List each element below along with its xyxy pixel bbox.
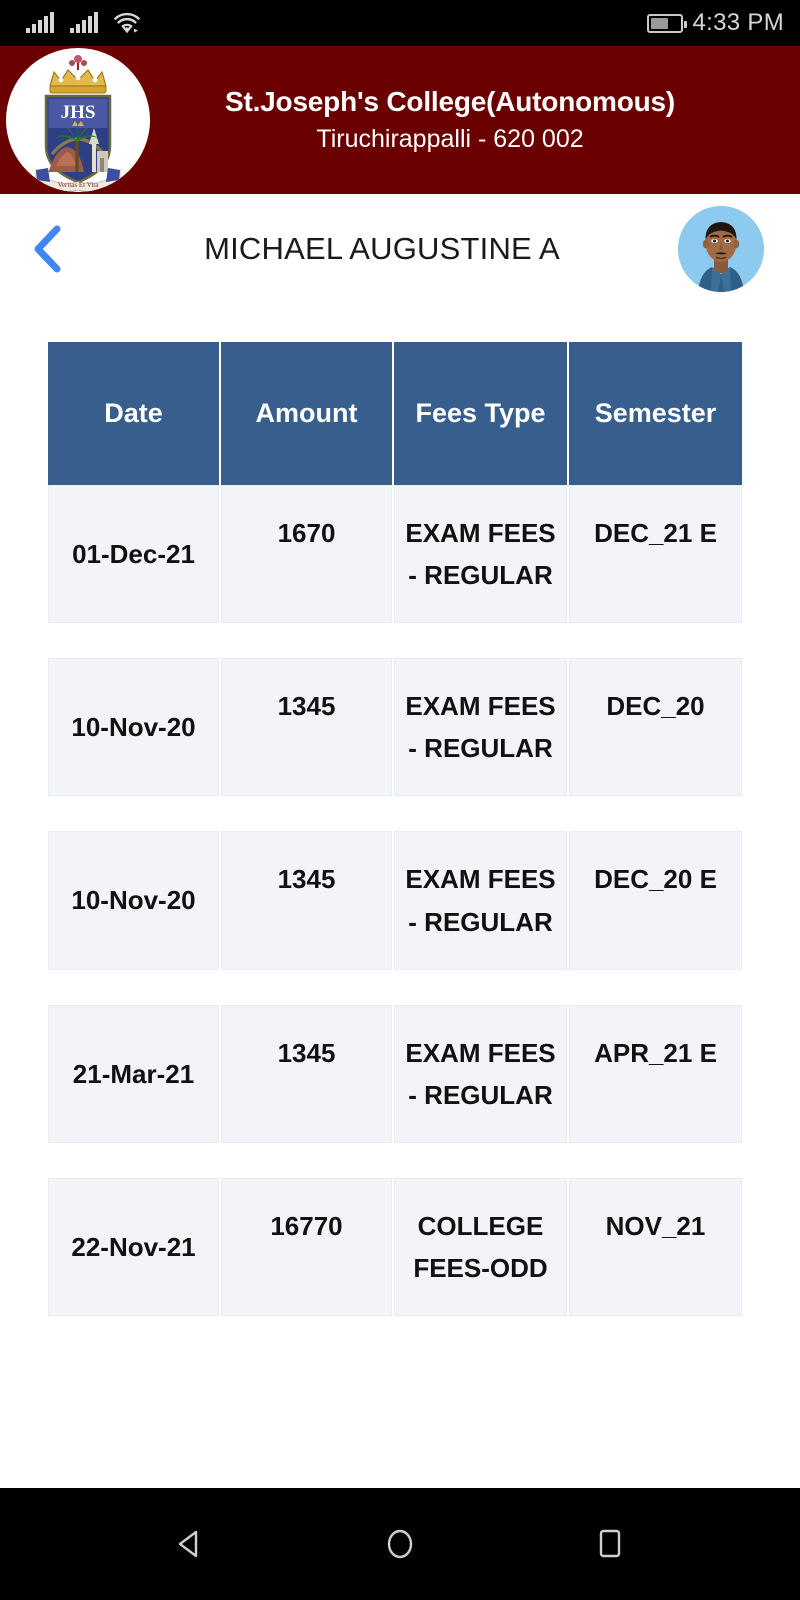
table-header-row: Date Amount Fees Type Semester: [48, 342, 742, 485]
table-row[interactable]: 10-Nov-20 1345 EXAM FEES - REGULAR DEC_20 E: [48, 831, 742, 970]
table-cell-semester: DEC_21 E: [569, 485, 742, 624]
status-bar: 4:33 PM: [0, 0, 800, 46]
table-row[interactable]: 21-Mar-21 1345 EXAM FEES - REGULAR APR_21 E: [48, 1004, 742, 1143]
back-button[interactable]: [0, 221, 96, 277]
table-cell-semester: APR_21 E: [569, 1004, 742, 1143]
table-row-spacer-cell: [48, 1142, 742, 1178]
svg-text:Veritas Et Vita: Veritas Et Vita: [58, 181, 100, 189]
table-cell-fees-type: COLLEGE FEES-ODD: [394, 1177, 567, 1317]
table-cell-semester: DEC_20: [569, 658, 742, 797]
fees-table-header: Date Amount Fees Type Semester: [48, 342, 742, 485]
status-bar-left: [26, 12, 140, 33]
fees-content-area: Date Amount Fees Type Semester 01-Dec-21…: [0, 304, 800, 1488]
college-city: Tiruchirappalli - 620 002: [316, 124, 584, 153]
table-cell-semester: DEC_20 E: [569, 831, 742, 970]
table-cell-fees-type: EXAM FEES - REGULAR: [394, 485, 567, 624]
svg-text:JHS: JHS: [61, 102, 96, 123]
table-cell-semester: NOV_21: [569, 1177, 742, 1317]
college-name: St.Joseph's College(Autonomous): [224, 85, 676, 117]
avatar[interactable]: [678, 206, 764, 292]
table-row[interactable]: 10-Nov-20 1345 EXAM FEES - REGULAR DEC_20: [48, 658, 742, 797]
triangle-back-icon[interactable]: [160, 1514, 220, 1574]
cellular-signal-icon-2: [70, 12, 98, 33]
table-row-spacer: [48, 969, 742, 1005]
column-header-amount[interactable]: Amount: [221, 342, 392, 485]
table-row-spacer-cell: [48, 796, 742, 832]
table-cell-fees-type: EXAM FEES - REGULAR: [394, 1004, 567, 1143]
column-header-date[interactable]: Date: [48, 342, 219, 485]
table-row-spacer: [48, 796, 742, 832]
status-bar-right: 4:33 PM: [646, 9, 784, 37]
phone-screen: 4:33 PM JHS Veritas Et Vita St.Joseph's …: [0, 0, 800, 1600]
table-row-spacer-cell: [48, 623, 742, 659]
wifi-icon: [114, 13, 140, 33]
table-cell-amount: 1345: [221, 831, 392, 970]
table-row-spacer: [48, 623, 742, 659]
column-header-semester[interactable]: Semester: [569, 342, 742, 485]
table-cell-amount: 1670: [221, 485, 392, 624]
table-row-spacer: [48, 1142, 742, 1178]
cellular-signal-icon: [26, 12, 54, 33]
college-crest-logo: JHS Veritas Et Vita: [6, 48, 150, 192]
table-cell-amount: 1345: [221, 658, 392, 797]
fees-table-body: 01-Dec-21 1670 EXAM FEES - REGULAR DEC_21 E…: [48, 485, 742, 1317]
status-bar-clock: 4:33 PM: [692, 9, 784, 36]
android-navigation-bar: [0, 1488, 800, 1600]
table-cell-fees-type: EXAM FEES - REGULAR: [394, 658, 567, 797]
table-cell-amount: 16770: [221, 1177, 392, 1317]
table-cell-fees-type: EXAM FEES - REGULAR: [394, 831, 567, 970]
table-row[interactable]: 22-Nov-21 16770 COLLEGE FEES-ODD NOV_21: [48, 1177, 742, 1317]
square-recents-icon[interactable]: [580, 1514, 640, 1574]
table-cell-amount: 1345: [221, 1004, 392, 1143]
table-cell-date: 10-Nov-20: [48, 831, 219, 970]
page-title: MICHAEL AUGUSTINE A: [204, 231, 560, 266]
college-header: JHS Veritas Et Vita St.Joseph's College(…: [0, 46, 800, 194]
battery-icon: [646, 13, 687, 33]
fees-table: Date Amount Fees Type Semester 01-Dec-21…: [46, 342, 744, 1317]
table-cell-date: 10-Nov-20: [48, 658, 219, 797]
table-cell-date: 22-Nov-21: [48, 1177, 219, 1317]
table-cell-date: 01-Dec-21: [48, 485, 219, 624]
table-cell-date: 21-Mar-21: [48, 1004, 219, 1143]
page-nav-bar: MICHAEL AUGUSTINE A: [0, 194, 800, 310]
table-row[interactable]: 01-Dec-21 1670 EXAM FEES - REGULAR DEC_21 E: [48, 485, 742, 624]
column-header-fees-type[interactable]: Fees Type: [394, 342, 567, 485]
table-row-spacer-cell: [48, 969, 742, 1005]
circle-home-icon[interactable]: [370, 1514, 430, 1574]
